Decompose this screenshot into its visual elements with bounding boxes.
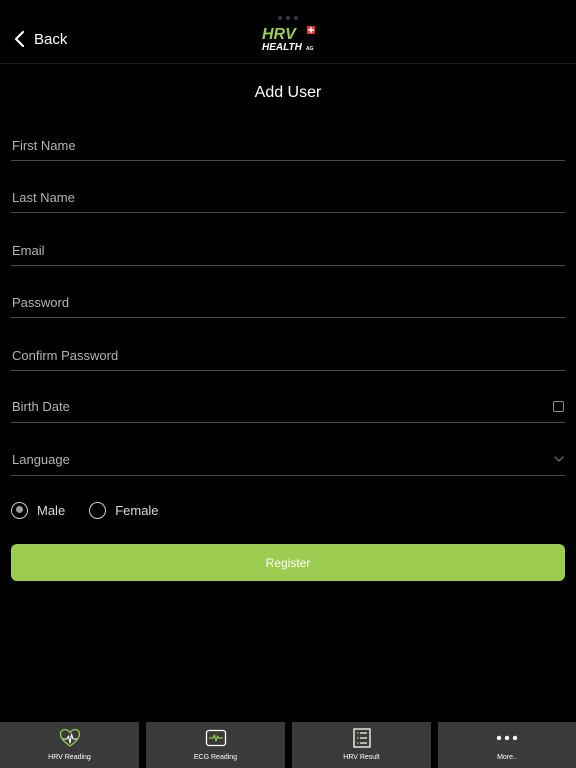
first-name-input[interactable]	[11, 131, 565, 159]
first-name-field	[11, 131, 565, 161]
male-label: Male	[37, 502, 66, 518]
gender-radio-group: Male Female	[11, 500, 183, 520]
svg-text:HEALTH: HEALTH	[262, 42, 303, 53]
confirm-password-field	[11, 341, 565, 371]
tab-hrv-reading[interactable]: HRV Reading	[0, 722, 139, 768]
tab-hrv-result[interactable]: HRV Result	[292, 722, 431, 768]
last-name-field	[11, 183, 565, 213]
tab-label: HRV Result	[343, 754, 380, 761]
svg-text:HRV: HRV	[262, 26, 297, 43]
header-bar: Back HRV HEALTH AG	[0, 14, 576, 64]
bottom-tab-bar: HRV Reading ECG Reading HRV Result More.…	[0, 722, 576, 768]
ecg-monitor-icon	[205, 729, 226, 747]
tab-label: ECG Reading	[193, 754, 238, 761]
tab-ecg-reading[interactable]: ECG Reading	[146, 722, 285, 768]
gender-option-female[interactable]: Female	[89, 501, 159, 519]
birth-date-label: Birth Date	[12, 399, 70, 414]
gender-option-male[interactable]: Male	[11, 501, 66, 519]
page-title: Add User	[254, 84, 322, 101]
email-input[interactable]	[11, 236, 565, 264]
radio-female[interactable]	[89, 501, 107, 519]
language-label: Language	[12, 452, 70, 467]
radio-male[interactable]	[11, 501, 28, 519]
calendar-checkbox-icon[interactable]	[553, 401, 564, 412]
password-field	[11, 288, 565, 318]
back-label: Back	[34, 30, 68, 48]
heart-pulse-icon	[59, 728, 80, 747]
add-user-screen: Back HRV HEALTH AG Add User Birth Date L…	[0, 0, 576, 768]
tab-label: HRV Reading	[48, 754, 91, 761]
email-field	[11, 236, 565, 266]
hrv-health-logo: HRV HEALTH AG	[262, 26, 315, 53]
confirm-password-input[interactable]	[11, 341, 565, 369]
drag-handle-dots	[0, 7, 576, 20]
back-button[interactable]: Back	[12, 26, 67, 52]
register-button[interactable]: Register	[11, 544, 565, 581]
chevron-left-icon	[14, 30, 25, 48]
birth-date-field[interactable]: Birth Date	[11, 393, 565, 423]
password-input[interactable]	[11, 288, 565, 316]
tab-label: More..	[497, 754, 517, 761]
more-dots-icon	[496, 735, 518, 741]
last-name-input[interactable]	[11, 183, 565, 211]
chevron-down-icon	[554, 456, 564, 462]
language-select[interactable]: Language	[11, 446, 565, 476]
female-label: Female	[115, 502, 159, 518]
list-icon	[352, 728, 371, 748]
tab-more[interactable]: More..	[438, 722, 576, 768]
svg-text:AG: AG	[306, 46, 314, 52]
